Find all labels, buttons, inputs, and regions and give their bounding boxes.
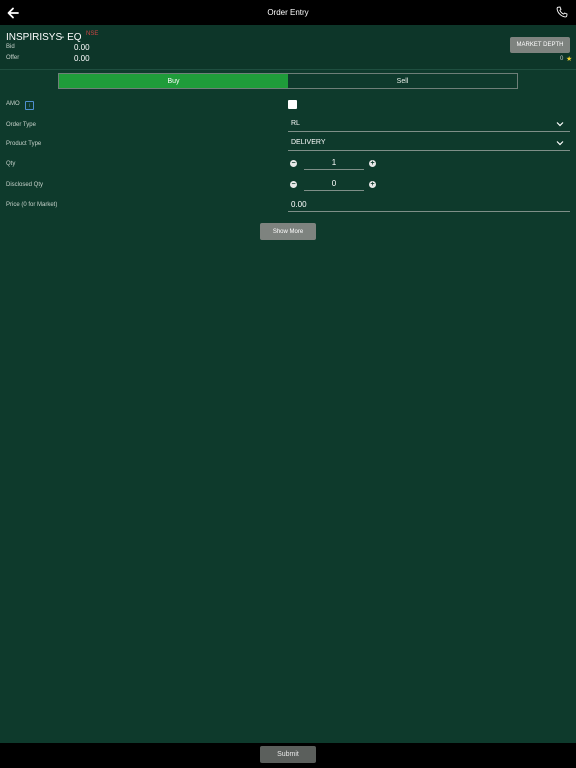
side-selector: Buy Sell	[58, 73, 518, 89]
instrument-header: INSPIRISYS - EQ NSE Bid 0.00 Offer 0.00 …	[0, 25, 576, 69]
amo-checkbox[interactable]	[288, 100, 297, 109]
show-more-button[interactable]: Show More	[260, 223, 316, 240]
info-icon[interactable]: i	[25, 101, 34, 110]
submit-button[interactable]: Submit	[260, 746, 316, 763]
order-type-value: RL	[291, 120, 300, 127]
bid-label: Bid	[6, 44, 15, 50]
favorite-count: 0	[560, 56, 564, 62]
market-depth-button[interactable]: MARKET DEPTH	[510, 37, 570, 53]
disclosed-qty-decrement-button[interactable]: −	[290, 181, 297, 188]
page-title: Order Entry	[267, 8, 309, 17]
top-bar: Order Entry	[0, 0, 576, 25]
phone-icon[interactable]	[556, 6, 568, 18]
price-label: Price (0 for Market)	[6, 202, 58, 208]
sell-tab[interactable]: Sell	[288, 74, 517, 88]
arrow-left-icon[interactable]	[6, 6, 20, 20]
exchange-badge: NSE	[86, 31, 99, 37]
order-type-label: Order Type	[6, 122, 36, 128]
disclosed-qty-increment-button[interactable]: +	[369, 181, 376, 188]
chevron-down-icon	[556, 141, 564, 146]
qty-input[interactable]: 1	[304, 158, 364, 170]
amo-label: AMO	[6, 101, 20, 107]
qty-label: Qty	[6, 161, 16, 167]
bid-value: 0.00	[74, 43, 90, 52]
disclosed-qty-label: Disclosed Qty	[6, 182, 44, 188]
instrument-symbol: INSPIRISYS	[6, 32, 63, 43]
offer-value: 0.00	[74, 54, 90, 63]
price-input[interactable]: 0.00	[288, 198, 570, 212]
chevron-down-icon	[556, 122, 564, 127]
disclosed-qty-input[interactable]: 0	[304, 179, 364, 191]
divider	[0, 69, 576, 70]
buy-tab[interactable]: Buy	[59, 74, 288, 88]
qty-decrement-button[interactable]: −	[290, 160, 297, 167]
product-type-select[interactable]: DELIVERY	[288, 137, 570, 151]
price-value: 0.00	[291, 200, 307, 209]
qty-increment-button[interactable]: +	[369, 160, 376, 167]
order-type-select[interactable]: RL	[288, 118, 570, 132]
instrument-series: - EQ	[61, 32, 82, 43]
product-type-value: DELIVERY	[291, 139, 326, 146]
product-type-label: Product Type	[6, 141, 42, 147]
star-icon[interactable]: ★	[566, 55, 572, 63]
offer-label: Offer	[6, 55, 20, 61]
